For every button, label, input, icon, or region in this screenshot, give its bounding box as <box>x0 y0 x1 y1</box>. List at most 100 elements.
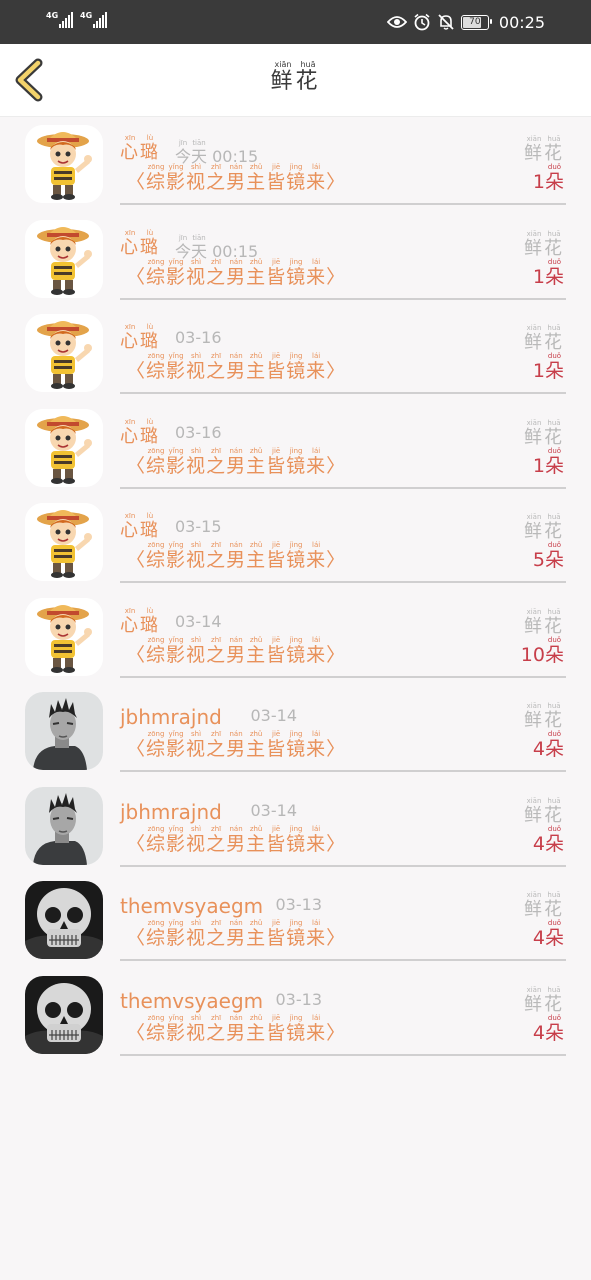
ruby-char: 视shì <box>186 163 207 193</box>
ruby-char: 男nán <box>226 1013 247 1044</box>
user-name[interactable]: 心xīn璐lù <box>120 418 160 448</box>
ruby-char: 之zhī <box>206 919 227 949</box>
ruby-char: 鲜xiān <box>524 513 544 542</box>
book-title-link[interactable]: 〈综zōng影yǐng视shì之zhī男nán主zhǔ皆jiē镜jìng来lái… <box>126 636 346 667</box>
list-item[interactable]: 心xīn璐lù 今jīn天tiān 00:15 鲜xiān花huā 〈综zōng影yǐ… <box>0 213 591 308</box>
list-item[interactable]: themvsyaegm 03-13 鲜xiān花huā 〈综zōng影yǐng视shì… <box>0 874 591 969</box>
ruby-char: 花huā <box>544 796 564 826</box>
book-title-link[interactable]: 〈综zōng影yǐng视shì之zhī男nán主zhǔ皆jiē镜jìng来lái… <box>126 825 346 856</box>
ruby-char: 男nán <box>226 919 247 949</box>
avatar[interactable] <box>25 975 103 1054</box>
network-type-label: 4G <box>80 11 93 20</box>
list-item[interactable]: 心xīn璐lù 03-15 鲜xiān花huā 〈综zōng影yǐng视shì之zhī… <box>0 496 591 591</box>
ruby-char: 鲜xiān <box>524 702 544 731</box>
ruby-char: 视shì <box>186 257 207 288</box>
alarm-clock-icon <box>414 13 430 31</box>
list-item[interactable]: 心xīn璐lù 03-16 鲜xiān花huā 〈综zōng影yǐng视shì之zhī… <box>0 402 591 497</box>
book-title-link[interactable]: 〈综zōng影yǐng视shì之zhī男nán主zhǔ皆jiē镜jìng来lái… <box>126 352 346 383</box>
user-name[interactable]: 心xīn璐lù <box>120 134 160 164</box>
avatar[interactable] <box>25 125 103 203</box>
list-item[interactable]: jbhmrajnd 03-14 鲜xiān花huā 〈综zōng影yǐng视shì之z… <box>0 685 591 780</box>
ruby-char: 影yǐng <box>166 919 187 949</box>
gift-name: 鲜xiān花huā <box>524 513 564 543</box>
ruby-char: 花huā <box>544 229 564 259</box>
user-name[interactable]: themvsyaegm <box>120 894 263 918</box>
ruby-char: 皆jiē <box>266 919 287 949</box>
ruby-char: 主zhǔ <box>246 541 267 571</box>
record-content: 心xīn璐lù 今jīn天tiān 00:15 鲜xiān花huā 〈综zōng影yǐ… <box>120 118 566 205</box>
ruby-char: 视shì <box>186 1013 207 1044</box>
ruby-char: 视shì <box>186 446 207 477</box>
ruby-char: 男nán <box>226 730 247 760</box>
list-item[interactable]: 心xīn璐lù 03-16 鲜xiān花huā 〈综zōng影yǐng视shì之zhī… <box>0 307 591 402</box>
gift-name: 鲜xiān花huā <box>524 797 564 827</box>
book-title-link[interactable]: 〈综zōng影yǐng视shì之zhī男nán主zhǔ皆jiē镜jìng来lái… <box>126 258 346 289</box>
ruby-char: 皆jiē <box>266 163 287 193</box>
avatar[interactable] <box>25 408 103 487</box>
avatar[interactable] <box>25 881 103 959</box>
avatar[interactable] <box>25 786 103 865</box>
ruby-char: 主zhǔ <box>246 1013 267 1044</box>
ruby-char: 影yǐng <box>166 635 187 666</box>
book-title-link[interactable]: 〈综zōng影yǐng视shì之zhī男nán主zhǔ皆jiē镜jìng来lái… <box>126 730 346 761</box>
avatar[interactable] <box>25 219 103 298</box>
book-title-link[interactable]: 〈综zōng影yǐng视shì之zhī男nán主zhǔ皆jiē镜jìng来lái… <box>126 447 346 478</box>
ruby-char: 镜jìng <box>286 352 307 382</box>
ruby-char: 镜jìng <box>286 919 307 949</box>
user-name[interactable]: 心xīn璐lù <box>120 323 160 353</box>
ruby-char: 之zhī <box>206 635 227 666</box>
ruby-char: 鲜xiān <box>270 60 296 94</box>
ruby-char: 视shì <box>186 352 207 382</box>
ruby-char: 男nán <box>226 541 247 571</box>
gift-name: 鲜xiān花huā <box>524 608 564 638</box>
list-item[interactable]: jbhmrajnd 03-14 鲜xiān花huā 〈综zōng影yǐng视shì之z… <box>0 780 591 875</box>
ruby-char: 来lái <box>306 919 327 949</box>
book-title-link[interactable]: 〈综zōng影yǐng视shì之zhī男nán主zhǔ皆jiē镜jìng来lái… <box>126 541 346 572</box>
user-name[interactable]: 心xīn璐lù <box>120 512 160 542</box>
ruby-char: 〈 <box>126 832 147 855</box>
ruby-char: 视shì <box>186 919 207 949</box>
ruby-char: 综zōng <box>146 1013 167 1044</box>
ruby-char: 镜jìng <box>286 824 307 855</box>
ruby-char: 镜jìng <box>286 541 307 571</box>
avatar[interactable] <box>25 692 103 770</box>
ruby-char: 〉 <box>326 643 347 666</box>
ruby-char: 男nán <box>226 163 247 193</box>
gift-name: 鲜xiān花huā <box>524 135 564 165</box>
user-name[interactable]: 心xīn璐lù <box>120 607 160 637</box>
avatar[interactable] <box>25 597 103 676</box>
list-item[interactable]: 心xīn璐lù 今jīn天tiān 00:15 鲜xiān花huā 〈综zōng影yǐ… <box>0 118 591 213</box>
user-name[interactable]: jbhmrajnd <box>120 800 222 824</box>
ruby-char: 鲜xiān <box>524 135 544 164</box>
ruby-char: 皆jiē <box>266 730 287 760</box>
ruby-char: 〉 <box>326 549 347 571</box>
gift-name: 鲜xiān花huā <box>524 230 564 260</box>
user-name[interactable]: themvsyaegm <box>120 989 263 1013</box>
network-type-label: 4G <box>46 11 59 20</box>
ruby-char: 综zōng <box>146 257 167 288</box>
user-name[interactable]: jbhmrajnd <box>120 705 222 729</box>
user-name[interactable]: 心xīn璐lù <box>120 229 160 259</box>
ruby-char: 之zhī <box>206 257 227 288</box>
ruby-char: 花huā <box>544 324 564 353</box>
battery-level: 70 <box>469 17 481 27</box>
ruby-char: 影yǐng <box>166 257 187 288</box>
ruby-char: 男nán <box>226 635 247 666</box>
avatar[interactable] <box>25 314 103 392</box>
ruby-char: 镜jìng <box>286 1013 307 1044</box>
page-title: 鲜xiān花huā <box>270 60 320 94</box>
book-title-link[interactable]: 〈综zōng影yǐng视shì之zhī男nán主zhǔ皆jiē镜jìng来lái… <box>126 919 346 950</box>
ruby-char: 〈 <box>126 1021 147 1044</box>
book-title-link[interactable]: 〈综zōng影yǐng视shì之zhī男nán主zhǔ皆jiē镜jìng来lái… <box>126 163 346 194</box>
book-title-link[interactable]: 〈综zōng影yǐng视shì之zhī男nán主zhǔ皆jiē镜jìng来lái… <box>126 1014 346 1045</box>
ruby-char: 综zōng <box>146 352 167 382</box>
ruby-char: 〈 <box>126 549 147 571</box>
ruby-char: 花huā <box>544 702 564 731</box>
record-content: 心xīn璐lù 03-16 鲜xiān花huā 〈综zōng影yǐng视shì之zhī… <box>120 307 566 394</box>
list-item[interactable]: themvsyaegm 03-13 鲜xiān花huā 〈综zōng影yǐng视shì… <box>0 969 591 1064</box>
avatar[interactable] <box>25 503 103 581</box>
list-item[interactable]: 心xīn璐lù 03-14 鲜xiān花huā 〈综zōng影yǐng视shì之zhī… <box>0 591 591 686</box>
timestamp: 03-16 <box>175 422 222 442</box>
gift-quantity: 10朵duǒ <box>520 635 564 666</box>
ruby-char: 之zhī <box>206 352 227 382</box>
